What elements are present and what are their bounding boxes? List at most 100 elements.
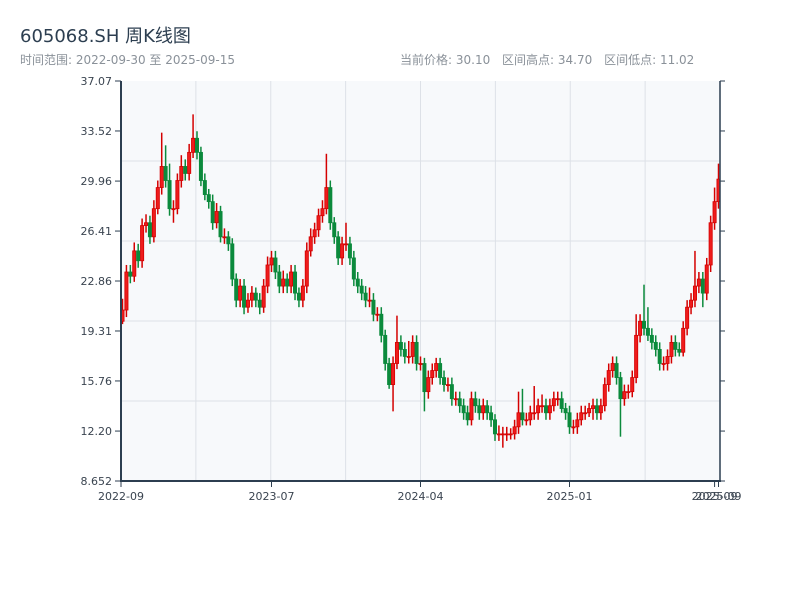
candle-down (355, 278, 360, 287)
candle-up (391, 363, 396, 386)
candle-down (234, 278, 239, 301)
candle-down (642, 320, 647, 329)
candle-up (300, 285, 305, 301)
candle-down (128, 271, 133, 277)
candle-up (516, 412, 521, 428)
candle-up (320, 208, 325, 217)
candle-down (387, 363, 392, 386)
candle-up (269, 257, 274, 266)
candle-up (602, 384, 607, 407)
candle-up (265, 264, 270, 287)
candle-up (410, 341, 415, 357)
candle-down (438, 363, 443, 378)
candle-up (622, 391, 627, 400)
candle-up (610, 363, 615, 371)
y-tick-label: 8.652 (81, 475, 113, 488)
candle-up (692, 285, 697, 301)
candle-up (316, 215, 321, 231)
candle-down (567, 412, 572, 428)
candle-down (414, 341, 419, 364)
candle-down (485, 405, 490, 414)
candle-up (528, 412, 533, 421)
candle-down (559, 398, 564, 409)
candle-up (453, 398, 458, 401)
candle-down (198, 151, 203, 181)
candle-down (226, 236, 231, 245)
candle-up (587, 408, 592, 414)
candle-up (179, 166, 184, 181)
x-tick-label: 2024-04 (398, 490, 444, 503)
candle-down (649, 334, 654, 343)
candle-up (508, 433, 513, 436)
candle-up (689, 299, 694, 308)
candle-down (520, 412, 525, 421)
candle-down (194, 137, 199, 153)
candle-down (136, 250, 141, 262)
candle-up (579, 412, 584, 421)
candle-up (144, 222, 149, 226)
candle-up (496, 433, 501, 436)
candle-down (257, 299, 262, 308)
candle-up (685, 306, 690, 329)
candle-up (175, 180, 180, 210)
candle-down (465, 412, 470, 421)
candle-up (712, 201, 717, 224)
y-tick-label: 19.31 (81, 325, 113, 338)
candle-up (540, 405, 545, 408)
candle-down (277, 271, 282, 287)
x-tick-label: 2025-09 (696, 490, 742, 503)
candle-down (449, 384, 454, 400)
candle-up (191, 137, 196, 153)
candle-up (547, 405, 552, 414)
candle-down (328, 187, 333, 224)
candle-up (445, 384, 450, 387)
candle-up (681, 327, 686, 353)
candle-down (477, 405, 482, 414)
candle-up (661, 363, 666, 365)
candle-up (222, 236, 227, 239)
candle-down (563, 408, 568, 414)
candle-up (469, 398, 474, 421)
candle-down (210, 201, 215, 224)
candle-down (202, 180, 207, 195)
candle-down (253, 292, 258, 301)
candle-down (163, 166, 168, 181)
x-tick-label: 2022-09 (98, 490, 144, 503)
candle-down (242, 285, 247, 308)
candle-down (273, 257, 278, 273)
candle-up (406, 356, 411, 358)
candle-up (343, 243, 348, 246)
candle-down (359, 285, 364, 294)
candle-up (151, 208, 156, 238)
candle-down (383, 334, 388, 364)
candle-up (551, 398, 556, 407)
candle-up (571, 426, 576, 429)
candle-up (418, 363, 423, 365)
candle-up (555, 398, 560, 401)
candle-up (238, 285, 243, 301)
candle-up (536, 405, 541, 414)
candlestick-chart: 37.07 33.52 29.96 26.41 22.86 19.31 15.76 12.20… (81, 75, 742, 503)
candle-up (312, 229, 317, 238)
candle-up (434, 363, 439, 371)
candle-up (375, 313, 380, 316)
candle-up (304, 250, 309, 287)
candle-down (347, 243, 352, 259)
candle-up (340, 243, 345, 259)
candle-up (598, 405, 603, 414)
candle-up (159, 166, 164, 188)
candle-down (230, 243, 235, 280)
candle-down (206, 194, 211, 203)
candle-up (289, 271, 294, 287)
candle-down (461, 405, 466, 414)
candle-up (308, 236, 313, 252)
candle-down (673, 341, 678, 350)
candle-up (132, 250, 137, 277)
candle-up (634, 334, 639, 378)
candle-up (532, 412, 537, 415)
candle-up (630, 377, 635, 393)
candle-up (394, 341, 399, 364)
candle-up (704, 264, 709, 294)
candle-up (626, 391, 631, 394)
candle-up (665, 356, 670, 364)
